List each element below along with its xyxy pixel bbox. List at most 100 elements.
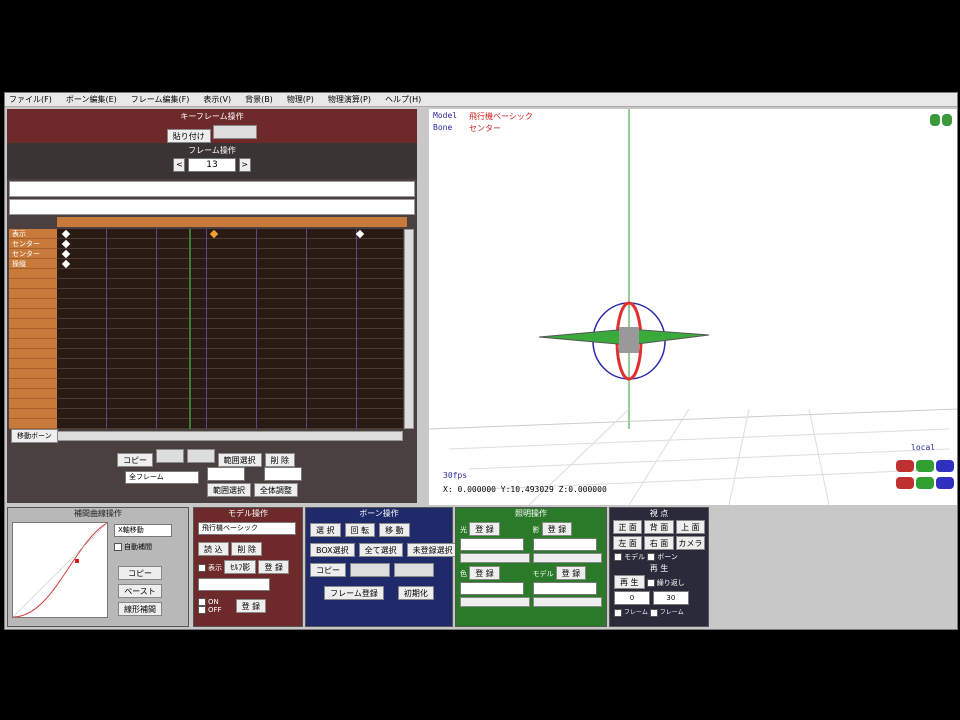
- light-select-3[interactable]: [460, 582, 524, 595]
- view-back-button[interactable]: 背 面: [644, 520, 674, 534]
- range-to-input[interactable]: [263, 467, 302, 481]
- menu-physics[interactable]: 物理(P): [287, 94, 314, 105]
- select-all-button[interactable]: 全て選択: [358, 543, 403, 557]
- light-select-2[interactable]: [532, 538, 597, 551]
- play-button[interactable]: 再 生: [614, 575, 645, 589]
- self-shadow-button[interactable]: ｾﾙﾌ影: [224, 560, 257, 574]
- interp-paste-button[interactable]: ペースト: [118, 584, 162, 598]
- frame-cursor[interactable]: [189, 229, 191, 429]
- bone-select-button[interactable]: 選 択: [310, 523, 341, 537]
- zoom-in-icon[interactable]: [930, 114, 940, 126]
- next-frame-button[interactable]: >: [238, 158, 251, 172]
- light-select-1[interactable]: [460, 538, 524, 551]
- bone-paste-button[interactable]: [350, 563, 390, 577]
- auto-interp-checkbox[interactable]: [114, 543, 122, 551]
- frame-chk-2[interactable]: [649, 608, 658, 617]
- frame-number-input[interactable]: 13: [188, 158, 236, 172]
- model-delete-button[interactable]: 削 除: [231, 542, 262, 556]
- play-from-input[interactable]: 0: [614, 591, 650, 605]
- light-panel: 照明操作 光 登 録 影 登 録 色 登 録 モデル 登 録: [455, 507, 607, 627]
- light-register-1-button[interactable]: 登 録: [469, 522, 500, 536]
- menu-physics-calc[interactable]: 物理演算(P): [328, 94, 371, 105]
- prev-frame-button[interactable]: <: [173, 158, 186, 172]
- timeline-hscroll[interactable]: [57, 431, 403, 441]
- light-select-4[interactable]: [532, 582, 597, 595]
- light-register-3-button[interactable]: 登 録: [469, 566, 500, 580]
- track-label-3[interactable]: 操縦: [9, 259, 57, 269]
- move-x-icon[interactable]: [896, 477, 914, 489]
- bone-rotate-button[interactable]: 回 転: [344, 523, 376, 537]
- light-slider-3[interactable]: [460, 597, 530, 607]
- bone-init-button[interactable]: 初期化: [397, 586, 434, 600]
- view-front-button[interactable]: 正 面: [613, 520, 643, 534]
- move-y-icon[interactable]: [916, 477, 934, 489]
- off-checkbox[interactable]: [198, 606, 206, 614]
- model-view-checkbox[interactable]: [614, 553, 622, 561]
- view-panel-title: 視 点: [649, 509, 669, 518]
- disabled-button[interactable]: [213, 125, 258, 139]
- light-slider-4[interactable]: [532, 597, 602, 607]
- model-select[interactable]: 飛行機ベーシック: [198, 522, 296, 535]
- paste-frame-button[interactable]: [155, 449, 184, 463]
- frame-chk-1[interactable]: [614, 608, 622, 617]
- menu-bone-edit[interactable]: ボーン編集(E): [66, 94, 117, 105]
- delete-button[interactable]: 削 除: [264, 453, 296, 467]
- display-checkbox[interactable]: [198, 564, 206, 572]
- view-right-button[interactable]: 右 面: [644, 536, 674, 550]
- range-select-2-button[interactable]: 範囲選択: [207, 483, 251, 497]
- unregistered-select-button[interactable]: 未登録選択: [406, 543, 459, 557]
- bone-value: センター: [469, 124, 501, 133]
- reverse-paste-button[interactable]: [186, 449, 215, 463]
- menu-view[interactable]: 表示(V): [203, 94, 231, 105]
- copy-button[interactable]: コピー: [117, 453, 153, 467]
- frame-select-dropdown[interactable]: 全フレーム: [125, 471, 199, 484]
- light-register-2-button[interactable]: 登 録: [541, 522, 573, 536]
- loop-checkbox[interactable]: [646, 579, 655, 587]
- bone-copy-button[interactable]: コピー: [310, 563, 346, 577]
- model-register-2-button[interactable]: 登 録: [235, 599, 267, 613]
- rotate-y-icon[interactable]: [916, 460, 934, 472]
- adjust-all-button[interactable]: 全体調整: [253, 483, 298, 497]
- box-select-button[interactable]: BOX選択: [310, 543, 355, 557]
- interp-axis-select[interactable]: X軸移動: [114, 524, 172, 537]
- keyframe-grid[interactable]: [57, 229, 403, 429]
- timeline-vscroll[interactable]: [404, 229, 414, 429]
- bone-move-button[interactable]: 移 動: [379, 523, 410, 537]
- rotate-x-icon[interactable]: [896, 460, 914, 472]
- view-left-button[interactable]: 左 面: [613, 536, 643, 550]
- view-camera-button[interactable]: カメラ: [675, 536, 705, 550]
- zoom-out-icon[interactable]: [942, 114, 952, 126]
- menu-file[interactable]: ファイル(F): [9, 94, 52, 105]
- mode-select[interactable]: [198, 578, 270, 591]
- model-load-button[interactable]: 読 込: [198, 542, 229, 556]
- on-checkbox[interactable]: [198, 598, 206, 606]
- model-register-button[interactable]: 登 録: [258, 560, 290, 574]
- menu-background[interactable]: 背景(B): [245, 94, 273, 105]
- bone-inverse-paste-button[interactable]: [394, 563, 434, 577]
- play-title: 再 生: [649, 564, 669, 573]
- move-z-icon[interactable]: [936, 477, 954, 489]
- zoom-icons[interactable]: [929, 113, 953, 130]
- light-register-4-button[interactable]: 登 録: [555, 566, 587, 580]
- interp-copy-button[interactable]: コピー: [118, 566, 162, 580]
- menu-help[interactable]: ヘルプ(H): [385, 94, 421, 105]
- keyframe-timeline[interactable]: 表示 センター センター 操縦 移動ボーン: [7, 217, 417, 443]
- light-slider-1[interactable]: [460, 553, 530, 563]
- move-bone-button[interactable]: 移動ボーン: [11, 429, 58, 443]
- bone-view-checkbox[interactable]: [647, 553, 656, 561]
- play-to-input[interactable]: 30: [652, 591, 689, 605]
- rotate-z-icon[interactable]: [936, 460, 954, 472]
- light-slider-2[interactable]: [532, 553, 602, 563]
- view-top-button[interactable]: 上 面: [675, 520, 705, 534]
- frame-register-button[interactable]: フレーム登録: [324, 586, 384, 600]
- paste-button[interactable]: 貼り付け: [166, 129, 211, 143]
- 3d-viewport[interactable]: Model 飛行機ベーシック Bone センター 30fps X: 0.0000…: [429, 109, 957, 505]
- track-label-2[interactable]: センター: [9, 249, 57, 259]
- linear-interp-button[interactable]: 線形補間: [118, 602, 162, 616]
- range-from-input[interactable]: [207, 467, 245, 481]
- track-label-1[interactable]: センター: [9, 239, 57, 249]
- menu-frame-edit[interactable]: フレーム編集(F): [131, 94, 190, 105]
- range-select-button[interactable]: 範囲選択: [217, 453, 262, 467]
- interpolation-curve[interactable]: [12, 522, 108, 618]
- track-label-0[interactable]: 表示: [9, 229, 57, 239]
